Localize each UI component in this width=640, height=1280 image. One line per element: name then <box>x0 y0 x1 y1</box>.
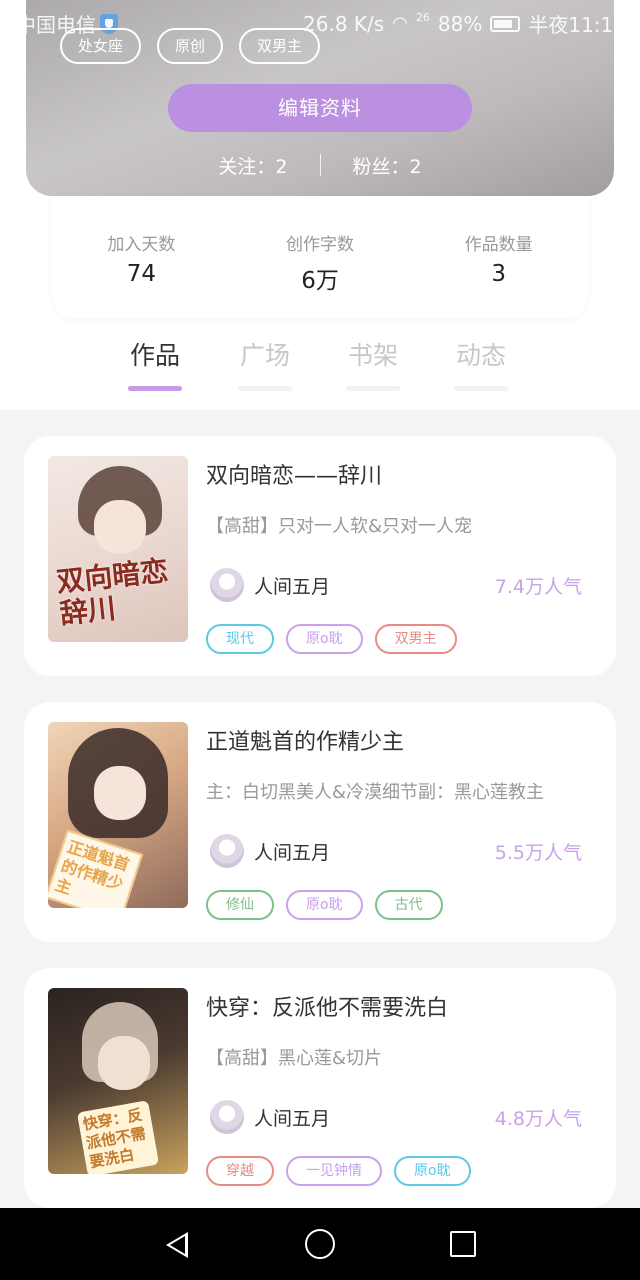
author-row: 人间五月 5.5万人气 <box>210 832 582 872</box>
clock: 半夜11:17 <box>528 13 626 37</box>
cover-title: 正道魁首的作精少主 <box>48 829 144 908</box>
book-title[interactable]: 双向暗恋——辞川 <box>206 458 382 490</box>
stat-value: 74 <box>126 261 156 287</box>
author-avatar[interactable] <box>210 834 244 868</box>
divider <box>319 154 321 176</box>
book-title[interactable]: 正道魁首的作精少主 <box>206 724 404 756</box>
stat-value: 6万 <box>301 268 339 294</box>
book-title[interactable]: 快穿：反派他不需要洗白 <box>206 990 448 1022</box>
system-nav-bar <box>0 1208 640 1280</box>
author-avatar[interactable] <box>210 568 244 602</box>
stat-value: 3 <box>491 261 506 287</box>
book-description: 【高甜】黑心莲&切片 <box>206 1048 383 1069</box>
book-tag[interactable]: 修仙 <box>206 890 274 920</box>
book-description: 主：白切黑美人&冷漠细节副：黑心莲教主 <box>206 782 545 803</box>
book-tag[interactable]: 一见钟情 <box>286 1156 382 1186</box>
author-name[interactable]: 人间五月 <box>254 572 330 599</box>
book-tag[interactable]: 古代 <box>374 890 443 920</box>
tab-label: 广场 <box>239 341 290 370</box>
popularity: 5.5万人气 <box>494 842 582 864</box>
stat-label: 加入天数 <box>107 235 176 255</box>
book-tags: 穿越 一见钟情 原o耽 <box>206 1156 471 1186</box>
popularity: 4.8万人气 <box>494 1108 582 1130</box>
home-icon[interactable] <box>305 1229 335 1259</box>
author-row: 人间五月 7.4万人气 <box>210 566 582 606</box>
stats-card: 加入天数 74 创作字数 6万 作品数量 3 <box>52 196 588 318</box>
profile-tag[interactable]: 原创 <box>157 28 224 64</box>
book-card[interactable]: 双向暗恋辞川 双向暗恋——辞川 【高甜】只对一人软&只对一人宠 人间五月 7.4… <box>24 436 616 676</box>
book-tag[interactable]: 穿越 <box>206 1156 274 1186</box>
tab-activity[interactable]: 动态 <box>436 336 526 391</box>
profile-tag[interactable]: 处女座 <box>60 28 142 64</box>
author-avatar[interactable] <box>210 1100 244 1134</box>
popularity: 7.4万人气 <box>494 576 582 598</box>
battery-percent: 88% <box>437 11 483 36</box>
book-tags: 修仙 原o耽 古代 <box>206 890 443 920</box>
book-tag[interactable]: 现代 <box>206 624 274 654</box>
author-name[interactable]: 人间五月 <box>254 838 330 865</box>
tab-label: 动态 <box>455 341 506 370</box>
tab-label: 作品 <box>129 341 180 370</box>
profile-tags: 处女座 原创 双男主 <box>60 28 321 64</box>
tab-indicator <box>238 386 292 391</box>
book-description: 【高甜】只对一人软&只对一人宠 <box>206 516 473 537</box>
following-count[interactable]: 关注：2 <box>218 152 287 179</box>
tab-square[interactable]: 广场 <box>220 336 310 391</box>
back-icon[interactable] <box>166 1232 188 1258</box>
book-tag[interactable]: 双男主 <box>374 624 457 654</box>
battery-icon <box>490 15 521 32</box>
tab-indicator <box>346 386 400 391</box>
wifi-icon: ◠ <box>392 13 408 34</box>
author-name[interactable]: 人间五月 <box>254 1104 330 1131</box>
tab-bookshelf[interactable]: 书架 <box>328 336 418 391</box>
tab-label: 书架 <box>347 341 398 370</box>
content-tabs: 作品 广场 书架 动态 <box>0 336 640 396</box>
author-row: 人间五月 4.8万人气 <box>210 1098 582 1138</box>
stat-label: 作品数量 <box>464 235 533 255</box>
cover-title: 快穿：反派他不需要洗白 <box>76 1100 160 1174</box>
recent-apps-icon[interactable] <box>450 1231 476 1257</box>
book-tags: 现代 原o耽 双男主 <box>206 624 457 654</box>
tab-indicator <box>128 386 182 391</box>
tab-works[interactable]: 作品 <box>110 336 200 391</box>
stat-word-count: 创作字数 6万 <box>231 196 410 318</box>
stat-works-count: 作品数量 3 <box>409 196 588 318</box>
book-card[interactable]: 快穿：反派他不需要洗白 快穿：反派他不需要洗白 【高甜】黑心莲&切片 人间五月 … <box>24 968 616 1208</box>
profile-tag[interactable]: 双男主 <box>239 28 321 64</box>
book-cover[interactable]: 双向暗恋辞川 <box>48 456 188 642</box>
book-cover[interactable]: 正道魁首的作精少主 <box>48 722 188 908</box>
tab-indicator <box>454 386 508 391</box>
signal-icon: 26 <box>415 11 430 24</box>
book-card[interactable]: 正道魁首的作精少主 正道魁首的作精少主 主：白切黑美人&冷漠细节副：黑心莲教主 … <box>24 702 616 942</box>
book-tag[interactable]: 原o耽 <box>394 1156 471 1186</box>
follow-stats: 关注：2 粉丝：2 <box>0 150 640 180</box>
followers-count[interactable]: 粉丝：2 <box>353 152 422 179</box>
stat-label: 创作字数 <box>286 235 354 255</box>
book-tag[interactable]: 原o耽 <box>286 624 363 654</box>
cover-title: 双向暗恋辞川 <box>54 554 170 631</box>
edit-profile-button[interactable]: 编辑资料 <box>168 84 472 132</box>
book-cover[interactable]: 快穿：反派他不需要洗白 <box>48 988 188 1174</box>
book-tag[interactable]: 原o耽 <box>286 890 363 920</box>
stat-join-days: 加入天数 74 <box>52 196 231 318</box>
